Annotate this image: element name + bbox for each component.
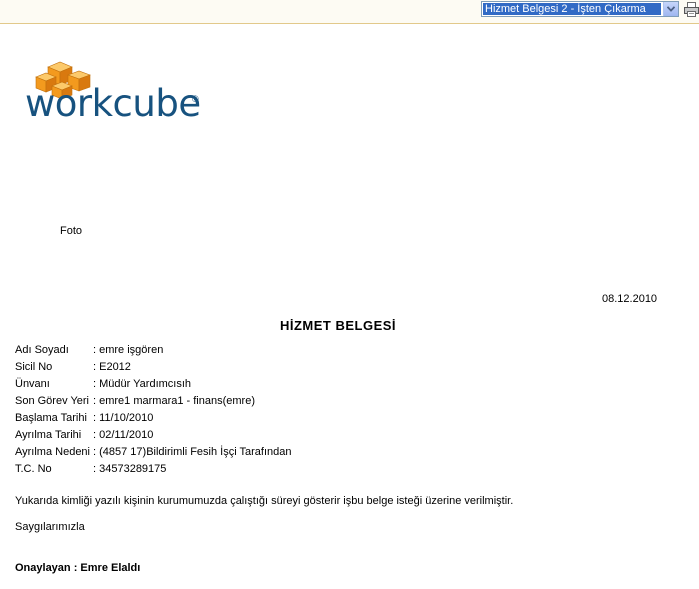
field-value: : emre1 marmara1 - finans(emre) — [93, 395, 255, 407]
certificate-paragraph: Yukarıda kimliği yazılı kişinin kurumumu… — [15, 495, 514, 507]
field-label: Ayrılma Nedeni — [15, 446, 90, 458]
logo-wordmark: workcube — [25, 82, 201, 125]
field-label: Son Görev Yeri — [15, 395, 89, 407]
template-select-value: Hizmet Belgesi 2 - İşten Çıkarma — [483, 3, 661, 15]
field-label: Sicil No — [15, 361, 53, 373]
document-date: 08.12.2010 — [602, 293, 658, 305]
company-logo: workcube ® — [25, 60, 205, 130]
template-select[interactable]: Hizmet Belgesi 2 - İşten Çıkarma — [481, 1, 679, 17]
field-label: T.C. No — [15, 463, 52, 475]
closing-regards: Saygılarımızla — [15, 521, 85, 533]
document-title: HİZMET BELGESİ — [279, 318, 397, 333]
field-value: : Müdür Yardımcısıh — [93, 378, 192, 390]
field-value: : (4857 17)Bildirimli Fesih İşçi Tarafın… — [93, 446, 292, 458]
field-value: : emre işgören — [93, 344, 164, 356]
field-label: Adı Soyadı — [15, 344, 69, 356]
photo-placeholder: Foto — [60, 225, 83, 237]
field-value: : E2012 — [93, 361, 131, 373]
toolbar: Hizmet Belgesi 2 - İşten Çıkarma — [0, 0, 699, 24]
chevron-down-icon[interactable] — [663, 2, 678, 16]
field-label: Ünvanı — [15, 378, 50, 390]
field-label: Ayrılma Tarihi — [15, 429, 82, 441]
field-label: Başlama Tarihi — [15, 412, 87, 424]
field-value: : 02/11/2010 — [93, 429, 154, 441]
printer-icon[interactable] — [684, 1, 699, 17]
approver-line: Onaylayan : Emre Elaldı — [15, 562, 141, 574]
field-value: : 11/10/2010 — [93, 412, 154, 424]
field-value: : 34573289175 — [93, 463, 167, 475]
registered-mark: ® — [192, 94, 199, 104]
